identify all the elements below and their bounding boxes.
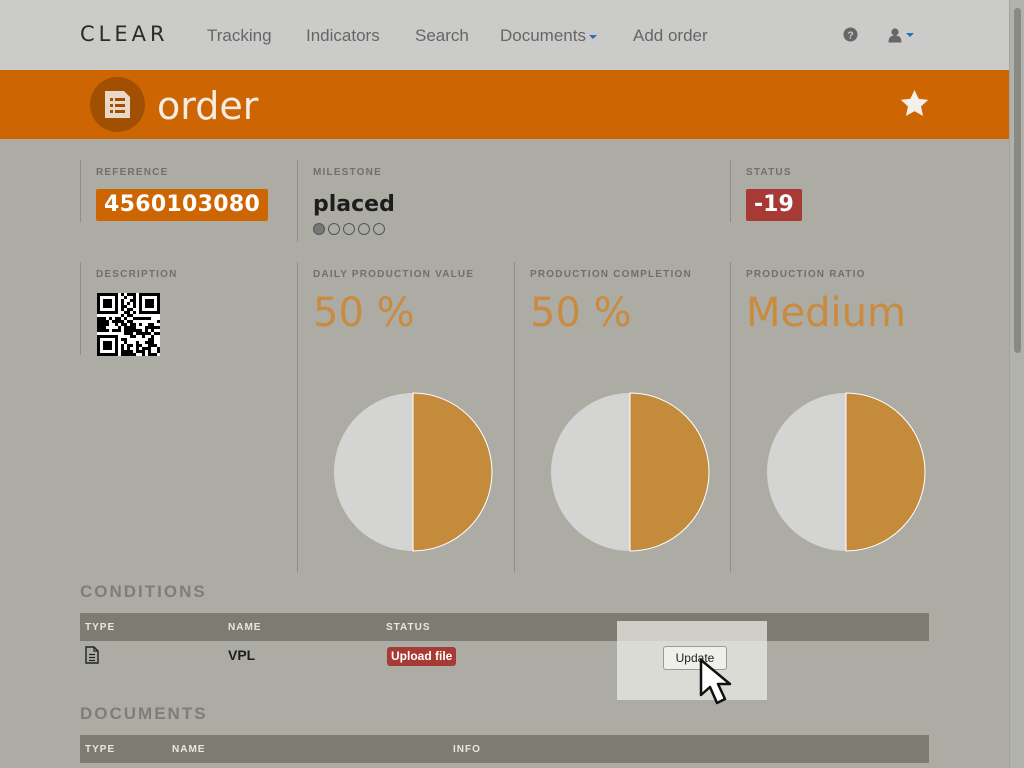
documents-table-header: TYPE NAME INFO <box>80 735 929 763</box>
daily-production-panel: DAILY PRODUCTION VALUE 50 % <box>297 262 514 572</box>
description-panel: DESCRIPTION <box>80 262 297 356</box>
pie-value-slice <box>629 392 710 552</box>
conditions-title: CONDITIONS <box>80 582 207 601</box>
production-completion-value: 50 % <box>530 290 632 336</box>
conditions-col-type: TYPE <box>85 622 116 633</box>
user-menu[interactable] <box>887 26 914 44</box>
milestone-panel: MILESTONE placed <box>297 160 730 242</box>
production-completion-pie <box>551 392 710 552</box>
vertical-scrollbar[interactable] <box>1009 0 1024 768</box>
svg-text:?: ? <box>847 30 853 41</box>
user-icon <box>888 28 902 43</box>
production-ratio-value: Medium <box>746 290 906 336</box>
page-header: order <box>0 70 1009 139</box>
daily-production-label: DAILY PRODUCTION VALUE <box>313 269 475 280</box>
status-label: STATUS <box>746 167 792 178</box>
caret-down-icon <box>906 32 914 37</box>
conditions-table-header: TYPE NAME STATUS <box>80 613 929 641</box>
milestone-label: MILESTONE <box>313 167 382 178</box>
upload-file-badge[interactable]: Upload file <box>387 647 457 666</box>
production-completion-label: PRODUCTION COMPLETION <box>530 269 692 280</box>
documents-title: DOCUMENTS <box>80 704 208 723</box>
file-icon <box>85 646 99 664</box>
production-ratio-label: PRODUCTION RATIO <box>746 269 866 280</box>
conditions-col-name: NAME <box>228 622 262 633</box>
status-panel: STATUS -19 <box>730 160 930 222</box>
description-label: DESCRIPTION <box>96 269 178 280</box>
pie-value-slice <box>845 392 926 552</box>
nav-tracking[interactable]: Tracking <box>207 26 272 46</box>
nav-indicators[interactable]: Indicators <box>306 26 380 46</box>
page-title: order <box>157 84 259 128</box>
reference-value: 4560103080 <box>96 189 269 221</box>
production-completion-panel: PRODUCTION COMPLETION 50 % <box>514 262 730 572</box>
nav-add-order[interactable]: Add order <box>633 26 708 46</box>
condition-name: VPL <box>228 647 256 663</box>
scrollbar-thumb[interactable] <box>1014 8 1021 353</box>
mouse-cursor-icon <box>699 658 732 705</box>
milestone-step-dot <box>313 223 325 235</box>
daily-production-value: 50 % <box>313 290 415 336</box>
production-ratio-panel: PRODUCTION RATIO Medium <box>730 262 930 572</box>
milestone-progress <box>313 223 385 235</box>
documents-col-type: TYPE <box>85 744 116 755</box>
reference-panel: REFERENCE 4560103080 <box>80 160 297 222</box>
milestone-step-dot <box>358 223 370 235</box>
order-icon-badge <box>90 77 145 132</box>
help-icon[interactable]: ? <box>843 27 858 42</box>
conditions-col-status: STATUS <box>386 622 431 633</box>
milestone-step-dot <box>343 223 355 235</box>
qr-code-icon <box>97 293 160 356</box>
nav-documents-dropdown[interactable]: Documents <box>500 26 597 46</box>
status-value: -19 <box>746 189 802 221</box>
milestone-step-dot <box>328 223 340 235</box>
caret-down-icon <box>588 34 597 39</box>
brand-logo[interactable]: CLEAR <box>80 22 169 46</box>
nav-documents-label: Documents <box>500 26 586 45</box>
documents-col-info: INFO <box>453 744 481 755</box>
navbar: CLEAR Tracking Indicators Search Documen… <box>0 0 1009 70</box>
pie-value-slice <box>412 392 493 552</box>
nav-search[interactable]: Search <box>415 26 469 46</box>
production-ratio-pie <box>767 392 926 552</box>
milestone-step-dot <box>373 223 385 235</box>
reference-label: REFERENCE <box>96 167 169 178</box>
milestone-value: placed <box>313 192 395 217</box>
documents-col-name: NAME <box>172 744 206 755</box>
daily-production-pie <box>334 392 493 552</box>
document-list-icon <box>105 91 130 118</box>
star-icon[interactable] <box>898 88 931 120</box>
